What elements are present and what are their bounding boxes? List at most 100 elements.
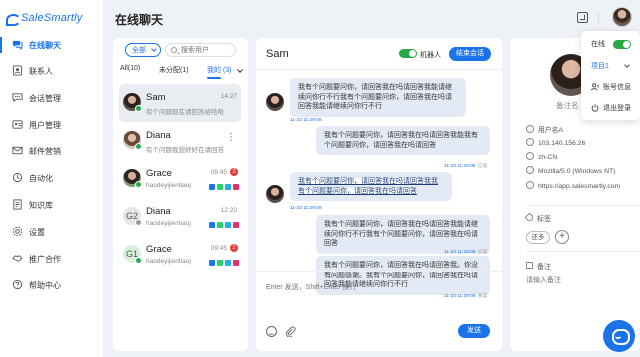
sidebar-item-help[interactable]: 帮助中心 — [0, 272, 103, 298]
unread-badge: 2 — [230, 168, 238, 176]
info-value: zh-CN — [538, 154, 558, 161]
info-username: 用户名A — [526, 124, 636, 134]
conversation-time: 09:45 — [210, 245, 227, 252]
tab-all[interactable]: All(10) — [120, 65, 140, 77]
attachment-icon[interactable] — [285, 326, 296, 337]
project-select-item[interactable]: 项目1 — [581, 57, 640, 74]
conversation-item[interactable]: Sam 有个问题现在请回答给哈哈 14:27 — [119, 84, 241, 122]
whatsapp-icon — [217, 222, 223, 228]
message-status: 未读 — [477, 294, 488, 299]
message-input[interactable] — [266, 281, 486, 293]
page-title: 在线聊天 — [115, 13, 164, 27]
message-meta: 11-23 11:29:08 — [290, 206, 322, 211]
sidebar-item-settings[interactable]: 设置 — [0, 219, 103, 245]
contact-note[interactable]: 备注名 — [556, 100, 579, 111]
conversation-time: 14:27 — [220, 93, 237, 100]
user-dropdown-menu: 在线 项目1 账号信息 退出登录 — [581, 31, 640, 120]
filter-select[interactable]: 全部 — [125, 43, 161, 57]
contacts-icon — [12, 65, 23, 76]
top-header: 在线聊天 — [103, 0, 640, 36]
sidebar-item-online-chat[interactable]: 在线聊天 — [0, 32, 103, 58]
info-ip: 103.140.156.26 — [526, 138, 636, 147]
conversation-name: Sam — [146, 92, 166, 103]
online-status-toggle[interactable] — [613, 40, 631, 49]
account-label: 账号信息 — [603, 84, 631, 91]
conversation-item[interactable]: Diana 有个问题我想好好在请回答 ⋮ — [119, 122, 241, 160]
info-url[interactable]: https://app.salesmartly.com — [526, 181, 636, 190]
status-toggle-item[interactable]: 在线 — [581, 35, 640, 52]
more-options-icon[interactable]: ⋮ — [226, 133, 236, 143]
power-icon — [591, 104, 599, 112]
expand-icon[interactable] — [577, 12, 588, 23]
browser-icon — [526, 166, 534, 174]
conversation-preview: haodeyijientiaoj — [146, 220, 191, 227]
sidebar-item-email-marketing[interactable]: 邮件营销 — [0, 138, 103, 164]
user-avatar[interactable] — [612, 7, 632, 27]
mail-icon — [12, 146, 23, 155]
settings-icon — [12, 226, 23, 237]
sidebar-item-label: 在线聊天 — [29, 40, 61, 50]
chevron-down-icon[interactable] — [237, 67, 243, 73]
conversation-item[interactable]: G1 Grace haodeyijientiaoj 09:45 2 — [119, 236, 241, 274]
search-input[interactable] — [181, 45, 233, 55]
send-button[interactable]: 发送 — [458, 324, 490, 338]
support-chat-button[interactable] — [603, 320, 635, 352]
tags-label: 标签 — [537, 216, 551, 223]
session-icon — [12, 93, 23, 103]
search-icon — [171, 47, 177, 53]
conversation-name: Grace — [146, 244, 172, 255]
message-meta: 11-23 11:29:08 — [290, 118, 322, 123]
language-icon — [526, 152, 534, 160]
sidebar-item-partnership[interactable]: 推广合作 — [0, 246, 103, 272]
message-status: 已读 — [477, 164, 488, 169]
logout-item[interactable]: 退出登录 — [581, 99, 640, 116]
message-time: 11-23 11:29:08 — [444, 164, 476, 169]
conversation-list-panel: 全部 All(10) 未分配(1) 我的 (3) Sam 有个问题现在请回答给哈… — [113, 38, 248, 351]
offline-indicator — [135, 219, 142, 226]
conversation-item[interactable]: G2 Diana haodeyijientiaoj 12:20 — [119, 198, 241, 236]
emoji-icon[interactable] — [266, 326, 277, 337]
avatar — [266, 93, 284, 111]
telegram-icon — [225, 260, 231, 266]
conversation-name: Diana — [146, 206, 171, 217]
chevron-down-icon — [151, 46, 157, 52]
info-value: 用户名A — [538, 127, 563, 134]
account-info-item[interactable]: 账号信息 — [581, 78, 640, 95]
sidebar-item-label: 推广合作 — [29, 254, 61, 264]
app-logo[interactable]: SaleSmartly — [6, 10, 83, 26]
sidebar-item-knowledge[interactable]: 知识库 — [0, 192, 103, 218]
end-session-button[interactable]: 结束会话 — [449, 47, 491, 61]
add-tag-button[interactable]: + — [555, 230, 569, 244]
message-time: 11-23 11:29:08 — [290, 118, 322, 123]
conversation-preview: 有个问题我想好好在请回答 — [146, 147, 224, 154]
sidebar-item-sessions[interactable]: 会话管理 — [0, 85, 103, 111]
sidebar-item-automation[interactable]: 自动化 — [0, 165, 103, 191]
telegram-icon — [225, 222, 231, 228]
sidebar-item-contacts[interactable]: 联系人 — [0, 58, 103, 84]
conversation-item[interactable]: Grace haodeyijientiaoj 09:45 2 — [119, 160, 241, 198]
conversation-preview: haodeyijientiaoj — [146, 182, 191, 189]
info-value: 103.140.156.26 — [538, 140, 586, 147]
sidebar-item-label: 邮件营销 — [29, 146, 61, 156]
divider — [256, 271, 502, 272]
message-time: 11-23 11:29:08 — [290, 206, 322, 211]
logo-icon — [6, 12, 21, 26]
incoming-message: 我有个问题要问你，请回答我在吗请回答我我有个问题要问你，请回答我在吗请回答 — [290, 172, 452, 201]
logo-text: SaleSmartly — [21, 12, 83, 24]
info-value: Mozilla/5.0 (Windows NT) — [538, 168, 616, 175]
avatar — [266, 185, 284, 203]
tab-unassigned[interactable]: 未分配(1) — [159, 65, 189, 77]
conversation-time: 09:45 — [210, 169, 227, 176]
selected-message-text[interactable]: 我有个问题要问你，请回答我在吗请回答我我有个问题要问你，请回答我在吗请回答 — [298, 178, 438, 195]
instagram-icon — [233, 222, 239, 228]
search-box[interactable] — [165, 43, 236, 57]
divider — [526, 251, 640, 252]
sidebar-item-users[interactable]: 用户管理 — [0, 112, 103, 138]
automation-icon — [12, 172, 23, 183]
chevron-down-icon — [624, 62, 630, 68]
remark-input[interactable] — [526, 275, 626, 285]
bot-toggle[interactable] — [399, 49, 417, 58]
tab-mine[interactable]: 我的 (3) — [207, 65, 232, 77]
tag-chip[interactable]: 还多 — [526, 231, 550, 244]
sidebar-item-label: 会话管理 — [29, 93, 61, 103]
